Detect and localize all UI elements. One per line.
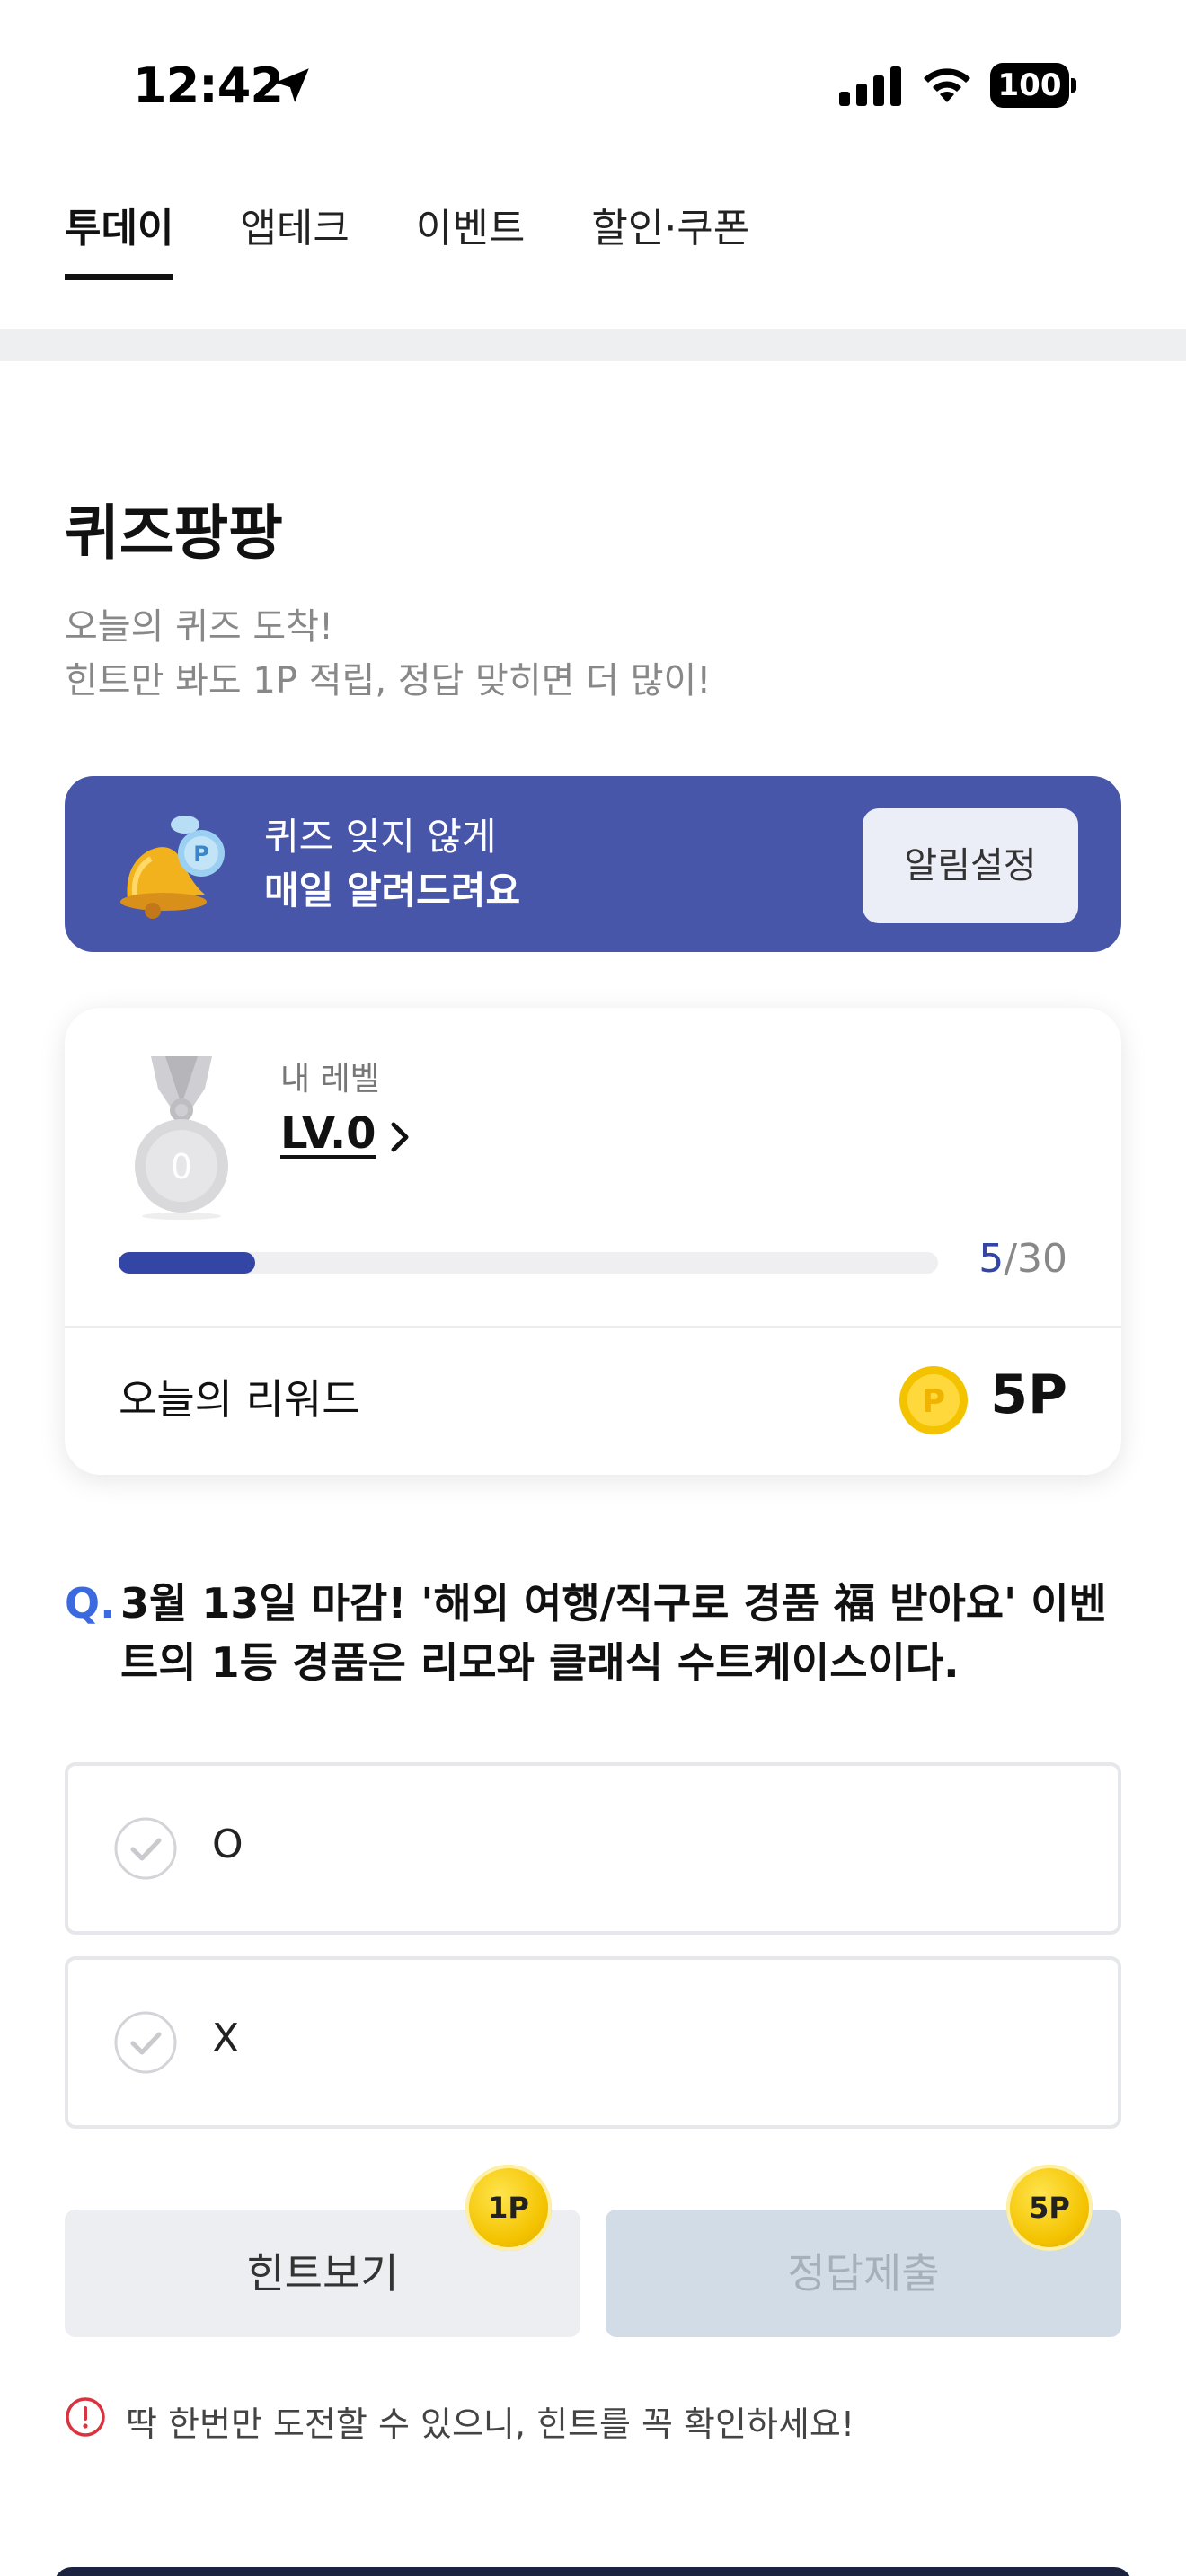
progress-total: /30 <box>1004 1236 1067 1282</box>
hint-point-badge: 1P <box>465 2165 552 2251</box>
reward-value: 5P <box>990 1363 1067 1426</box>
level-card: 0 내 레벨 LV.0 5/30 오늘의 리워드 P 5P <box>65 1008 1121 1475</box>
reward-label: 오늘의 리워드 <box>119 1375 360 1424</box>
chevron-right-icon[interactable] <box>383 1116 419 1159</box>
check-circle-icon <box>114 1817 177 1880</box>
battery-level: 100 <box>990 63 1069 108</box>
question-text: 3월 13일 마감! '해외 여행/직구로 경품 福 받아요' 이벤트의 1등 … <box>120 1579 1107 1687</box>
tab-discount-coupon[interactable]: 할인·쿠폰 <box>591 180 749 280</box>
tab-event[interactable]: 이벤트 <box>416 180 525 280</box>
quiz-question: Q. 3월 13일 마감! '해외 여행/직구로 경품 福 받아요' 이벤트의 … <box>65 1574 1107 1692</box>
tab-apptech[interactable]: 앱테크 <box>240 180 349 280</box>
battery-icon: 100 <box>990 63 1076 108</box>
option-label: O <box>212 1822 243 1867</box>
point-coin-icon: P <box>899 1366 968 1434</box>
alarm-settings-button[interactable]: 알림설정 <box>863 808 1078 923</box>
top-tabs: 투데이 앱테크 이벤트 할인·쿠폰 <box>65 180 749 280</box>
location-arrow-icon <box>275 68 309 102</box>
tab-today[interactable]: 투데이 <box>65 180 174 280</box>
subtitle-line-2: 힌트만 봐도 1P 적립, 정답 맞히면 더 많이! <box>65 660 712 701</box>
banner-text: 퀴즈 잊지 않게 매일 알려드려요 <box>264 810 520 918</box>
medal-number: 0 <box>171 1147 192 1187</box>
wifi-icon <box>924 68 970 102</box>
status-time: 12:42 <box>133 57 284 114</box>
level-progress-fill <box>119 1252 256 1274</box>
option-label: X <box>212 2016 240 2061</box>
banner-line-1: 퀴즈 잊지 않게 <box>264 815 497 859</box>
svg-text:P: P <box>922 1383 945 1420</box>
banner-line-2: 매일 알려드려요 <box>264 869 521 913</box>
notification-banner: P 퀴즈 잊지 않게 매일 알려드려요 알림설정 <box>65 776 1121 952</box>
level-progress-bar <box>119 1252 938 1274</box>
section-divider <box>0 329 1186 361</box>
warning-icon <box>66 2397 105 2437</box>
level-label: 내 레벨 <box>280 1061 380 1098</box>
medal-icon: 0 <box>135 1056 228 1220</box>
q-mark: Q. <box>65 1579 116 1628</box>
submit-point-badge: 5P <box>1006 2165 1093 2251</box>
notice-text: 딱 한번만 도전할 수 있으니, 힌트를 꼭 확인하세요! <box>126 2404 855 2444</box>
answer-option-o[interactable]: O <box>65 1762 1121 1935</box>
level-progress-text: 5/30 <box>978 1236 1067 1282</box>
progress-current: 5 <box>978 1236 1005 1282</box>
status-bar: 12:42 100 <box>0 0 1186 171</box>
subtitle-line-1: 오늘의 퀴즈 도착! <box>65 606 334 648</box>
page-title: 퀴즈팡팡 <box>65 498 283 568</box>
cellular-signal-icon <box>839 66 901 106</box>
card-divider <box>65 1326 1121 1328</box>
check-circle-icon <box>114 2011 177 2074</box>
bottom-sheet-edge <box>54 2567 1132 2576</box>
svg-text:P: P <box>193 842 209 867</box>
page-subtitle: 오늘의 퀴즈 도착! 힌트만 봐도 1P 적립, 정답 맞히면 더 많이! <box>65 600 711 708</box>
level-value[interactable]: LV.0 <box>280 1108 376 1159</box>
bell-coin-icon: P <box>120 816 225 919</box>
answer-option-x[interactable]: X <box>65 1956 1121 2129</box>
